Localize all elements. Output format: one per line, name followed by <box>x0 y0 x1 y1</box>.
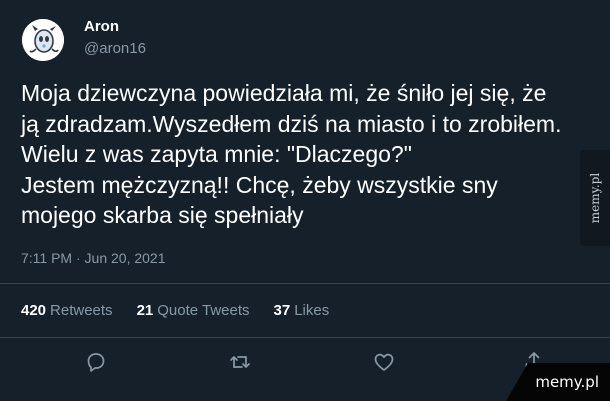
watermark-side: memy.pl <box>580 150 610 246</box>
heart-icon <box>374 353 394 371</box>
quote-tweets-stat[interactable]: 21 Quote Tweets <box>137 302 250 319</box>
watermark-corner-text: memy.pl <box>535 373 599 391</box>
quote-tweets-count: 21 <box>136 302 154 319</box>
like-button[interactable] <box>372 350 396 374</box>
retweets-stat[interactable]: 420 Retweets <box>21 302 113 319</box>
tweet-stats: 420 Retweets 21 Quote Tweets 37 Likes <box>21 302 329 319</box>
divider <box>0 283 610 284</box>
likes-stat[interactable]: 37 Likes <box>274 302 330 319</box>
reply-icon <box>87 353 105 372</box>
likes-count: 37 <box>273 302 291 319</box>
watermark-side-text: memy.pl <box>588 172 602 224</box>
retweet-icon <box>230 356 250 368</box>
author-handle[interactable]: @aron16 <box>84 40 146 57</box>
likes-label: Likes <box>294 302 330 319</box>
quote-tweets-label: Quote Tweets <box>157 302 250 319</box>
tweet-card: Aron @aron16 Moja dziewczyna powiedziała… <box>0 0 610 401</box>
author-name[interactable]: Aron <box>84 18 119 35</box>
tweet-text: Moja dziewczyna powiedziała mi, że śniło… <box>21 80 562 228</box>
cartoon-avatar-icon <box>22 19 64 61</box>
tweet-actions <box>0 348 610 376</box>
retweets-label: Retweets <box>50 302 113 319</box>
divider <box>0 337 610 338</box>
tweet-timestamp[interactable]: 7:11 PM · Jun 20, 2021 <box>21 250 166 266</box>
reply-button[interactable] <box>84 350 108 374</box>
retweets-count: 420 <box>21 302 47 319</box>
retweet-button[interactable] <box>228 350 252 374</box>
avatar[interactable] <box>22 19 64 61</box>
